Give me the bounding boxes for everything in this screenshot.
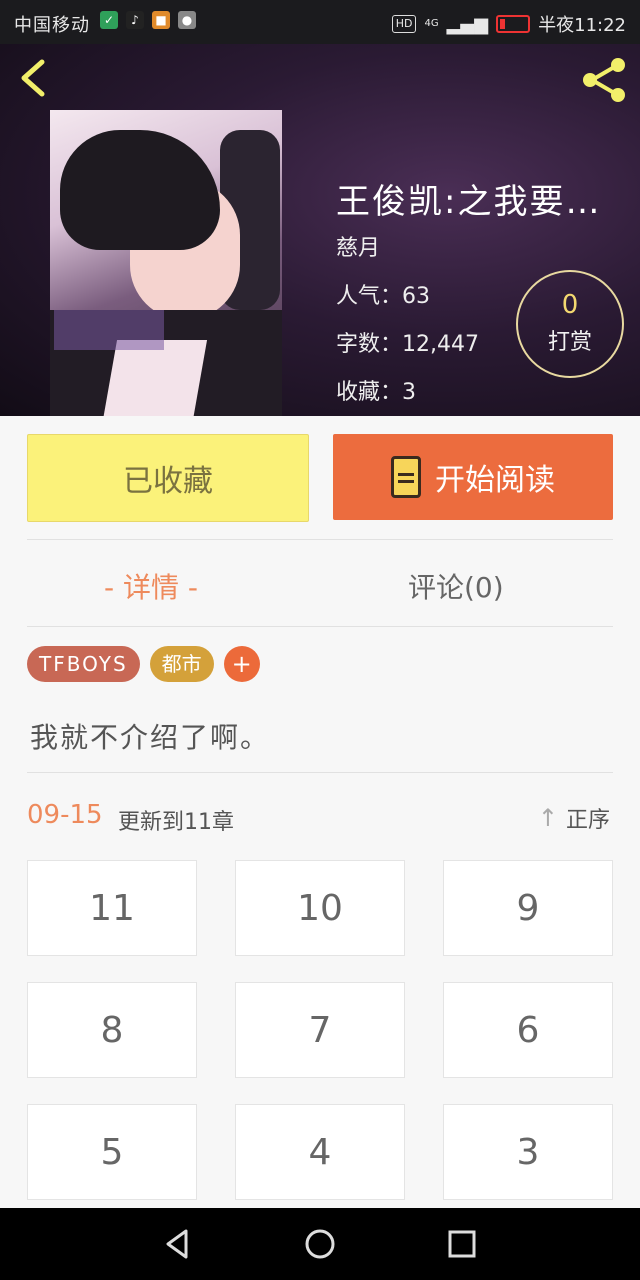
wechat-icon: ●: [178, 11, 196, 29]
divider: [27, 772, 613, 773]
carrier-name: 中国移动: [14, 15, 90, 36]
chapter-button[interactable]: 10: [235, 860, 405, 956]
favorites-value: 3: [402, 380, 417, 405]
popularity-row: 人气：63: [336, 278, 430, 310]
share-icon: [583, 58, 625, 102]
popularity-label: 人气：: [336, 284, 403, 309]
book-header: 王俊凯:之我要… 慈月 人气：63 字数：12,447 收藏：3 0 打赏: [0, 44, 640, 416]
collected-label: 已收藏: [123, 464, 213, 499]
divider: [27, 539, 613, 540]
clock: 半夜11:22: [538, 15, 626, 36]
nav-back-icon[interactable]: [160, 1226, 196, 1262]
notification-icons: ✓ ♪ ■ ●: [100, 11, 196, 29]
word-count-row: 字数：12,447: [336, 326, 479, 358]
nav-recents-icon[interactable]: [444, 1226, 480, 1262]
chapter-button[interactable]: 8: [27, 982, 197, 1078]
chapter-button[interactable]: 6: [443, 982, 613, 1078]
sort-label: 正序: [565, 808, 610, 833]
signal-icon: ▂▄▆: [446, 13, 489, 35]
chapter-button[interactable]: 11: [27, 860, 197, 956]
word-count-value: 12,447: [402, 332, 479, 357]
network-type: 4G: [424, 18, 439, 29]
book-description: 我就不介绍了啊。: [30, 721, 271, 754]
nav-home-icon[interactable]: [302, 1226, 338, 1262]
battery-icon: [496, 15, 531, 33]
book-author: 慈月: [336, 236, 381, 261]
start-reading-button[interactable]: 开始阅读: [333, 434, 613, 520]
chapter-button[interactable]: 7: [235, 982, 405, 1078]
book-cover: [50, 110, 282, 416]
tag-tfboys[interactable]: TFBOYS: [27, 646, 140, 682]
chapter-button[interactable]: 4: [235, 1104, 405, 1200]
system-nav-bar: [0, 1208, 640, 1280]
chapter-button[interactable]: 3: [443, 1104, 613, 1200]
reward-count: 0: [561, 290, 579, 320]
tiktok-icon: ♪: [126, 11, 144, 29]
hd-icon: HD: [391, 15, 417, 33]
tag-city[interactable]: 都市: [149, 646, 214, 682]
tab-comments[interactable]: 评论(0): [408, 566, 504, 606]
update-date: 09-15: [27, 800, 103, 830]
book-title: 王俊凯:之我要…: [336, 182, 602, 222]
status-bar: 中国移动 ✓ ♪ ■ ● HD 4G ▂▄▆ 半夜11:22: [0, 0, 640, 44]
tag-list: TFBOYS 都市 +: [27, 646, 260, 682]
chapter-grid: 11 10 9 8 7 6 5 4 3: [27, 860, 613, 1200]
app-notification-icon: ■: [152, 11, 170, 29]
book-icon: [391, 456, 421, 498]
favorites-label: 收藏：: [336, 380, 403, 405]
start-reading-label: 开始阅读: [435, 463, 555, 498]
status-right: HD 4G ▂▄▆ 半夜11:22: [391, 11, 626, 37]
back-button[interactable]: [14, 56, 54, 100]
favorites-row: 收藏：3: [336, 374, 416, 406]
app-notification-icon: ✓: [100, 11, 118, 29]
update-text: 更新到11章: [118, 810, 234, 835]
arrow-up-icon: ↑: [537, 804, 558, 832]
chapter-button[interactable]: 9: [443, 860, 613, 956]
reward-label: 打赏: [547, 330, 592, 355]
sort-button[interactable]: ↑ 正序: [538, 802, 610, 834]
collected-button[interactable]: 已收藏: [27, 434, 309, 522]
tab-details[interactable]: - 详情 -: [104, 566, 198, 606]
word-count-label: 字数：: [336, 332, 403, 357]
chapter-button[interactable]: 5: [27, 1104, 197, 1200]
popularity-value: 63: [402, 284, 431, 309]
reward-button[interactable]: 0 打赏: [516, 270, 624, 378]
share-button[interactable]: [578, 54, 630, 106]
back-chevron-icon: [21, 59, 45, 97]
add-tag-button[interactable]: +: [223, 646, 260, 682]
divider: [27, 626, 613, 627]
